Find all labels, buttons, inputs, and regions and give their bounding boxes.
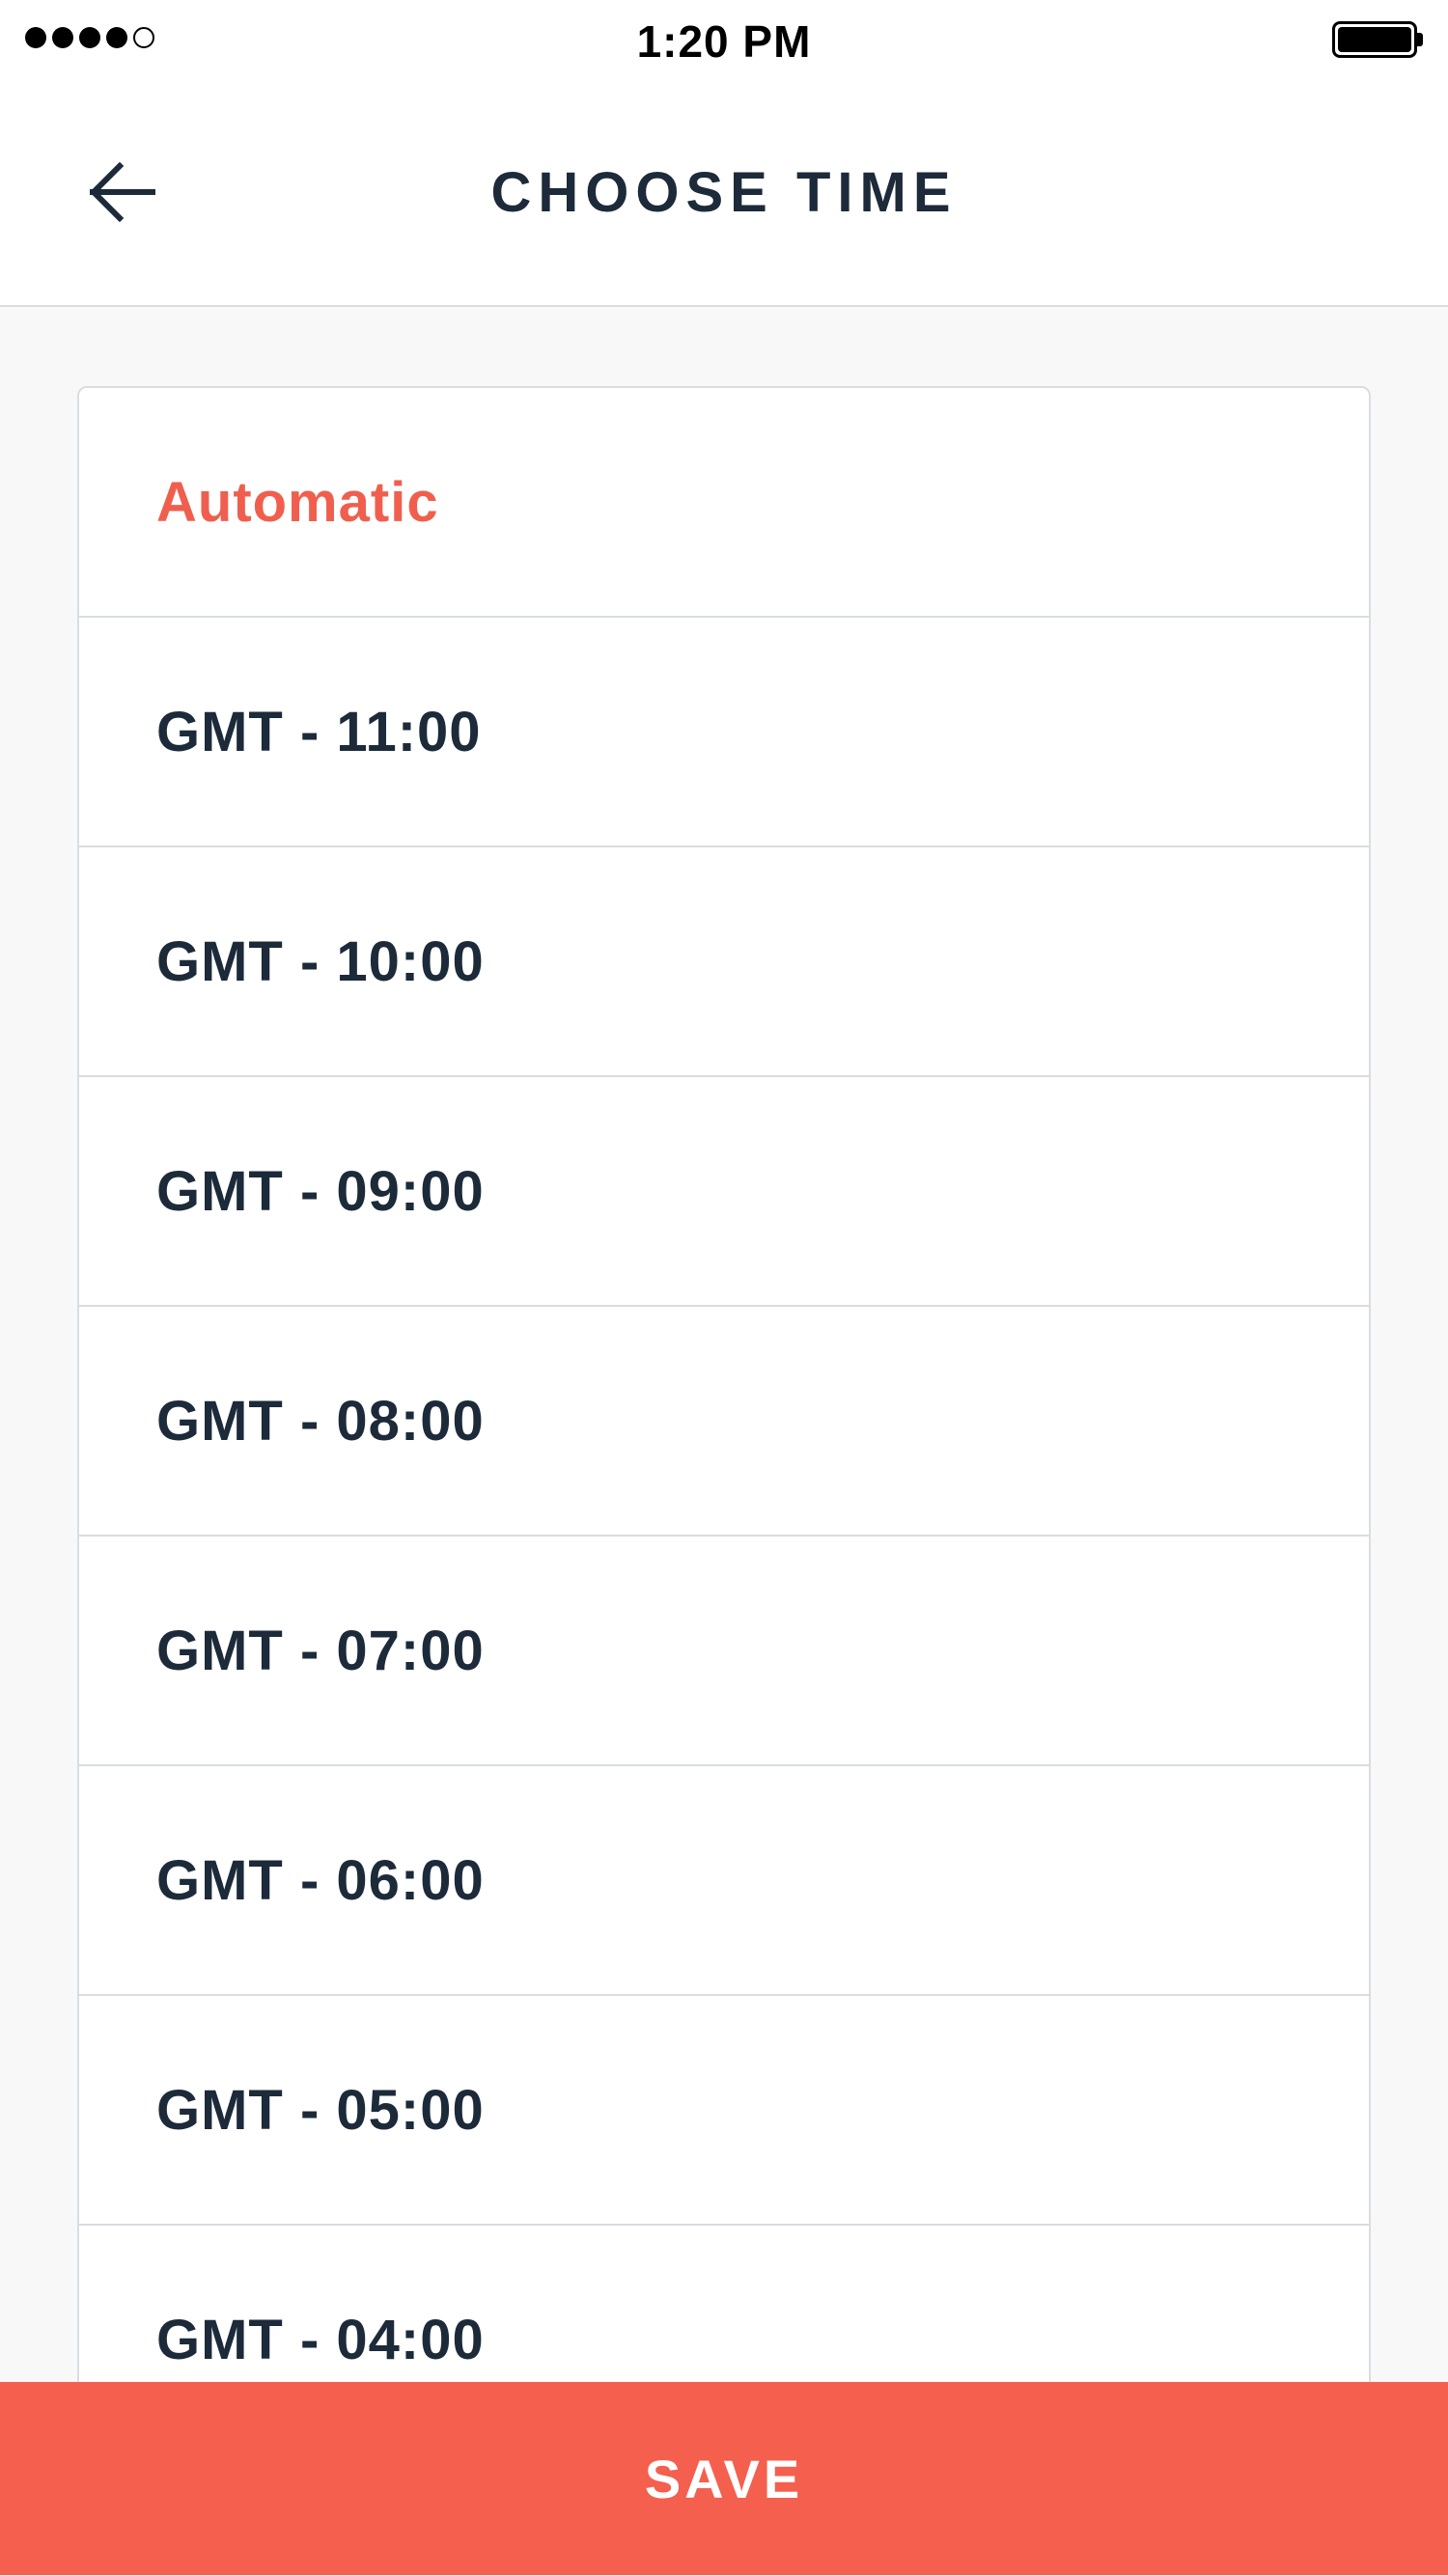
option-label: GMT - 11:00 (156, 701, 482, 763)
battery-level-fill (1338, 27, 1411, 52)
option-label: GMT - 09:00 (156, 1160, 485, 1223)
timezone-option[interactable]: GMT - 05:00 (79, 1996, 1369, 2226)
nav-header: CHOOSE TIME (0, 85, 1448, 307)
timezone-option[interactable]: GMT - 08:00 (79, 1307, 1369, 1537)
option-label: GMT - 04:00 (156, 2309, 485, 2371)
battery-tip (1417, 33, 1423, 46)
timezone-option[interactable]: GMT - 11:00 (79, 618, 1369, 847)
option-label: GMT - 10:00 (156, 930, 485, 993)
timezone-list: Automatic GMT - 11:00 GMT - 10:00 GMT - … (77, 386, 1371, 2509)
option-label: GMT - 08:00 (156, 1390, 485, 1453)
option-label: GMT - 06:00 (156, 1849, 485, 1912)
timezone-option-automatic[interactable]: Automatic (79, 388, 1369, 618)
status-bar: 1:20 PM (0, 0, 1448, 85)
status-time: 1:20 PM (636, 16, 812, 67)
battery-full-icon (1332, 21, 1423, 58)
timezone-option[interactable]: GMT - 09:00 (79, 1077, 1369, 1307)
option-label: GMT - 05:00 (156, 2079, 485, 2142)
timezone-option[interactable]: GMT - 06:00 (79, 1766, 1369, 1996)
option-label: Automatic (156, 471, 439, 534)
option-label: GMT - 07:00 (156, 1620, 485, 1682)
save-button[interactable]: SAVE (0, 2382, 1448, 2575)
timezone-option[interactable]: GMT - 07:00 (79, 1537, 1369, 1766)
timezone-option[interactable]: GMT - 10:00 (79, 847, 1369, 1077)
page-title: CHOOSE TIME (490, 161, 958, 224)
